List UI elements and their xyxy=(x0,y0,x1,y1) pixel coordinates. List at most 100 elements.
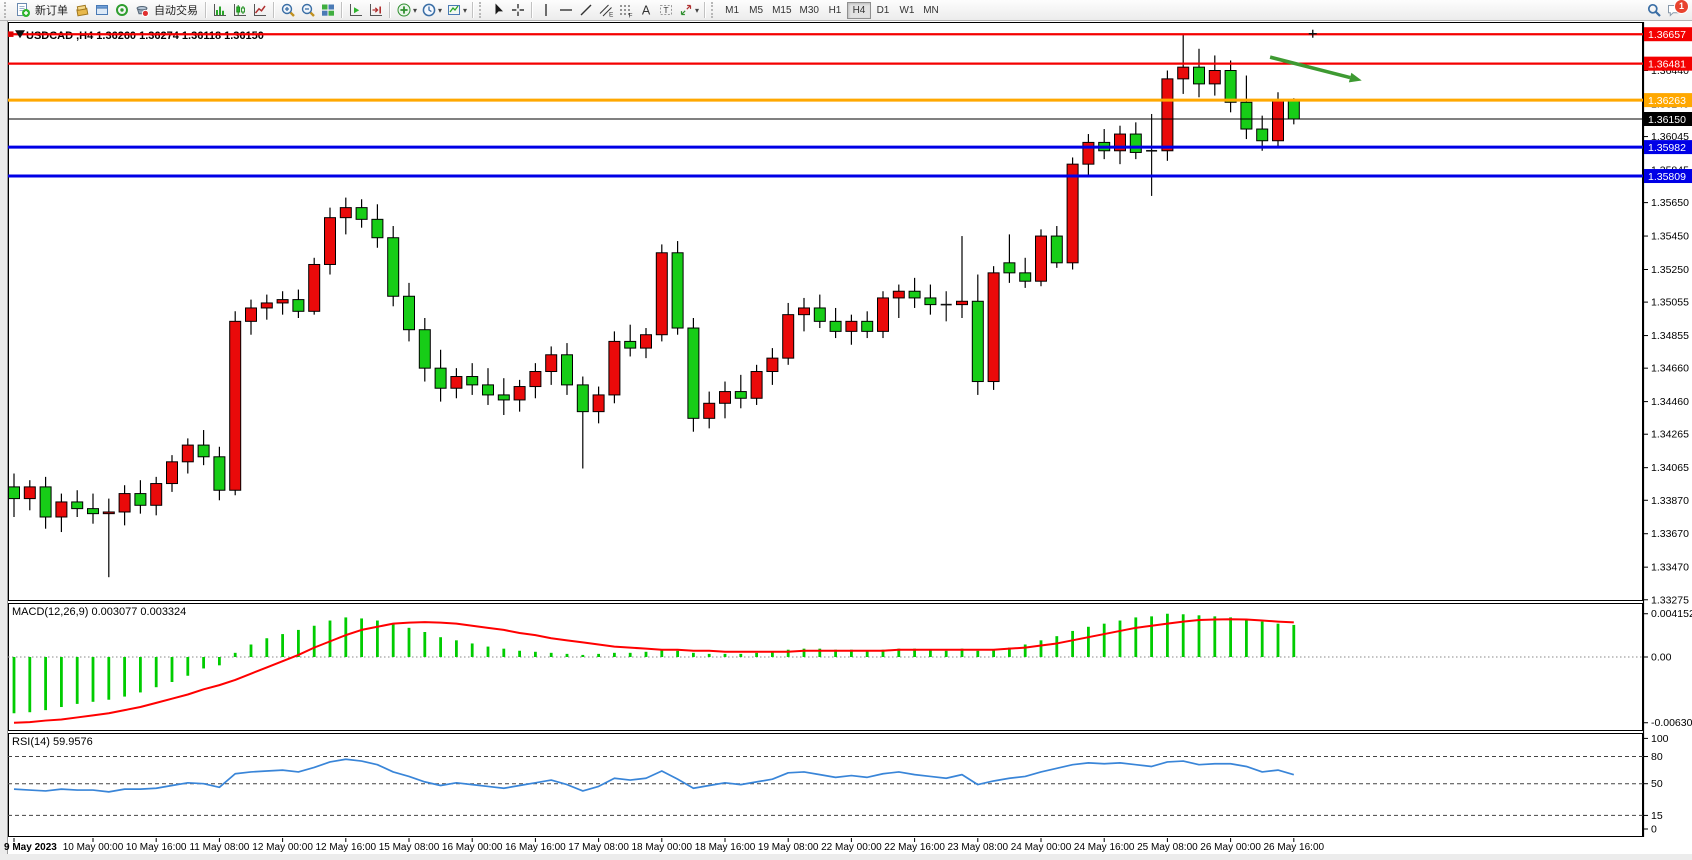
market-watch-icon xyxy=(74,2,90,18)
shapes-button[interactable]: ▾ xyxy=(676,1,701,19)
rsi-tick-label: 50 xyxy=(1651,778,1663,790)
time-axis-label: 16 May 16:00 xyxy=(505,842,566,853)
price-tick-label: 1.33470 xyxy=(1651,562,1689,574)
cursor-button[interactable] xyxy=(488,1,508,19)
auto-trading-button[interactable] xyxy=(132,1,152,19)
fibonacci-button[interactable]: F xyxy=(616,1,636,19)
toolbar-grip[interactable] xyxy=(4,2,9,18)
chart-shift-button[interactable] xyxy=(366,1,386,19)
price-tag: 1.36657 xyxy=(1644,27,1692,41)
price-tick-label: 1.33870 xyxy=(1651,495,1689,507)
search-icon xyxy=(1646,2,1662,18)
channel-button[interactable]: E xyxy=(596,1,616,19)
time-axis-label: 16 May 00:00 xyxy=(442,842,503,853)
panel-frame xyxy=(9,734,1643,837)
timeframe-d1-button[interactable]: D1 xyxy=(871,2,895,19)
timeframe-m1-button[interactable]: M1 xyxy=(720,2,744,19)
search-button[interactable] xyxy=(1644,1,1664,19)
timeframe-h4-button[interactable]: H4 xyxy=(847,2,871,19)
templates-button[interactable]: ▾ xyxy=(444,1,469,19)
time-axis-label: 17 May 08:00 xyxy=(568,842,629,853)
tile-windows-button[interactable] xyxy=(318,1,338,19)
price-tick-label: 1.33275 xyxy=(1651,594,1689,606)
svg-text:1.36150: 1.36150 xyxy=(1648,114,1686,126)
time-axis-label: 10 May 00:00 xyxy=(63,842,124,853)
hline-button[interactable] xyxy=(556,1,576,19)
indicators-icon xyxy=(396,2,412,18)
time-axis-label: 22 May 00:00 xyxy=(821,842,882,853)
time-axis-label: 19 May 08:00 xyxy=(758,842,819,853)
auto-trading-icon xyxy=(134,2,150,18)
market-watch-button[interactable] xyxy=(72,1,92,19)
time-axis-label: 18 May 16:00 xyxy=(695,842,756,853)
time-axis-label: 15 May 08:00 xyxy=(379,842,440,853)
navigator-button[interactable] xyxy=(112,1,132,19)
rsi-tick-label: 100 xyxy=(1651,733,1669,745)
price-tick-label: 1.34460 xyxy=(1651,396,1689,408)
chart-shift-icon xyxy=(368,2,384,18)
timeframe-m15-button[interactable]: M15 xyxy=(768,2,795,19)
data-window-button[interactable] xyxy=(92,1,112,19)
price-tag: 1.36150 xyxy=(1644,112,1692,126)
price-tick-label: 1.35055 xyxy=(1651,297,1689,309)
zoom-out-button[interactable] xyxy=(298,1,318,19)
timeframe-m30-button[interactable]: M30 xyxy=(796,2,823,19)
timeframe-w1-button[interactable]: W1 xyxy=(895,2,919,19)
new-order-icon xyxy=(15,2,31,18)
price-tag: 1.36263 xyxy=(1644,93,1692,107)
rsi-label: RSI(14) 59.9576 xyxy=(12,736,93,748)
timeframe-h1-button[interactable]: H1 xyxy=(823,2,847,19)
time-axis-label: 22 May 16:00 xyxy=(884,842,945,853)
price-tick-label: 1.35650 xyxy=(1651,197,1689,209)
auto-scroll-button[interactable] xyxy=(346,1,366,19)
toolbar-separator xyxy=(704,2,706,18)
vline-button[interactable] xyxy=(536,1,556,19)
rsi-tick-label: 0 xyxy=(1651,824,1657,836)
toolbar-grip[interactable] xyxy=(479,2,484,18)
label-icon: T xyxy=(658,2,674,18)
rsi-tick-label: 80 xyxy=(1651,751,1663,763)
timeframe-m5-button[interactable]: M5 xyxy=(744,2,768,19)
timeframe-mn-button[interactable]: MN xyxy=(919,2,943,19)
periods-button[interactable]: ▾ xyxy=(419,1,444,19)
price-tick-label: 1.33670 xyxy=(1651,528,1689,540)
bar-chart-button[interactable] xyxy=(210,1,230,19)
indicators-button[interactable]: ▾ xyxy=(394,1,419,19)
price-tick-label: 1.34265 xyxy=(1651,429,1689,441)
time-axis-label: 11 May 08:00 xyxy=(189,842,249,853)
candlestick-button[interactable] xyxy=(230,1,250,19)
toolbar: 新订单自动交易▾▾▾EFAT▾M1M5M15M30H1H4D1W1MN1 xyxy=(0,0,1692,21)
line-anchor[interactable] xyxy=(8,31,14,36)
trendline-button[interactable] xyxy=(576,1,596,19)
chevron-down-icon: ▾ xyxy=(695,6,699,15)
chart-area[interactable]: 1.366551.364401.362401.360451.358451.356… xyxy=(0,0,1692,860)
crosshair-icon xyxy=(510,2,526,18)
hline-icon xyxy=(558,2,574,18)
crosshair-button[interactable] xyxy=(508,1,528,19)
time-axis-label: 18 May 00:00 xyxy=(631,842,692,853)
svg-text:F: F xyxy=(629,13,633,19)
time-axis-label: 12 May 00:00 xyxy=(252,842,313,853)
price-tag: 1.35809 xyxy=(1644,169,1692,183)
tile-windows-icon xyxy=(320,2,336,18)
price-tick-label: 1.34660 xyxy=(1651,363,1689,375)
cursor-icon xyxy=(490,2,506,18)
toolbar-separator xyxy=(389,2,391,18)
chevron-down-icon: ▾ xyxy=(413,6,417,15)
navigator-icon xyxy=(114,2,130,18)
toolbar-grip[interactable] xyxy=(711,2,716,18)
chat-button[interactable]: 1 xyxy=(1664,1,1684,19)
svg-text:A: A xyxy=(642,4,651,18)
time-axis-label: 25 May 08:00 xyxy=(1137,842,1198,853)
candlestick-icon xyxy=(232,2,248,18)
zoom-in-button[interactable] xyxy=(278,1,298,19)
text-button[interactable]: A xyxy=(636,1,656,19)
auto-scroll-icon xyxy=(348,2,364,18)
toolbar-separator xyxy=(273,2,275,18)
rsi-tick-label: 15 xyxy=(1651,810,1663,822)
label-button[interactable]: T xyxy=(656,1,676,19)
line-chart-button[interactable] xyxy=(250,1,270,19)
macd-label: MACD(12,26,9) 0.003077 0.003324 xyxy=(12,606,186,618)
new-order-button[interactable] xyxy=(13,1,33,19)
panel-frame xyxy=(9,604,1643,731)
